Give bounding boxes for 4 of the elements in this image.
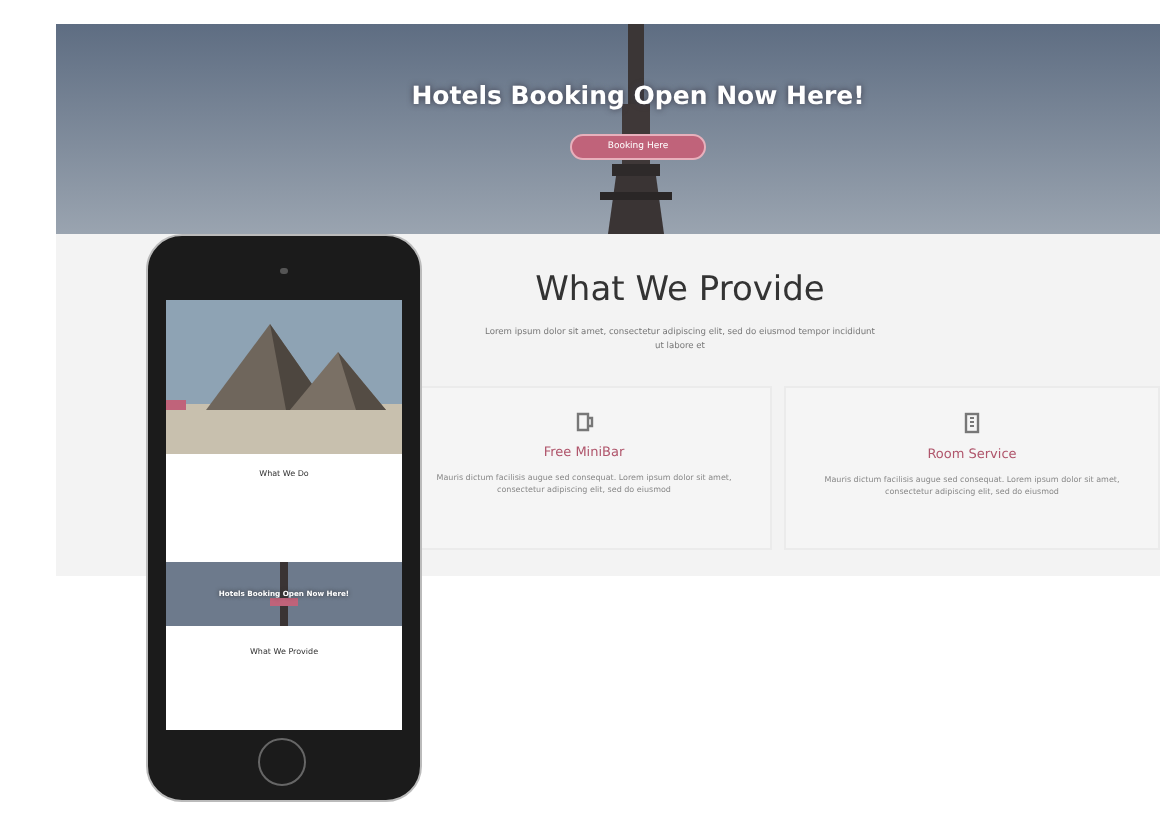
cup-icon [575, 412, 593, 432]
section-title: What We Provide [535, 270, 825, 310]
home-button-icon [258, 738, 306, 786]
building-icon [964, 412, 980, 434]
